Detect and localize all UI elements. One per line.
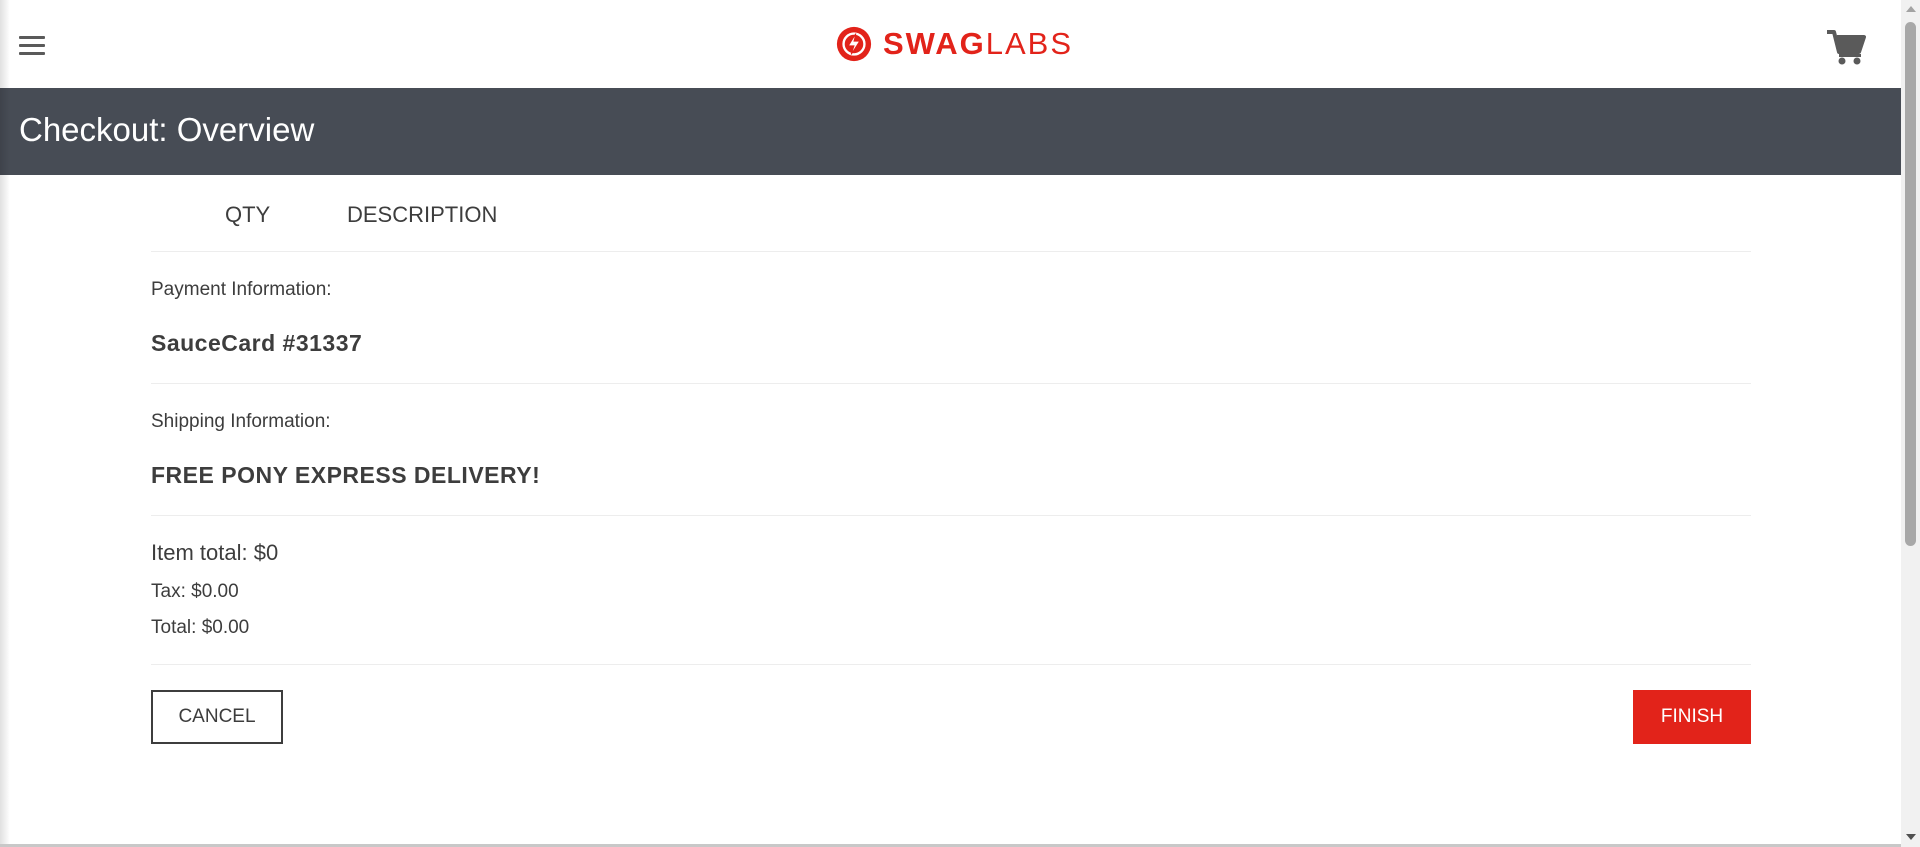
- finish-button[interactable]: FINISH: [1633, 690, 1751, 744]
- cart-list-header: QTY DESCRIPTION: [151, 175, 1751, 252]
- browser-viewport: SWAGLABS Checkout: Overview QTY DESCRIPT…: [0, 0, 1920, 847]
- logo-brand-light: LABS: [985, 26, 1074, 61]
- left-edge-shadow: [0, 0, 10, 847]
- qty-column-header: QTY: [225, 202, 271, 227]
- hamburger-menu-icon-bar: [19, 52, 45, 55]
- app-container: SWAGLABS Checkout: Overview QTY DESCRIPT…: [0, 0, 1901, 847]
- description-column-header: DESCRIPTION: [347, 202, 498, 227]
- payment-info-value: SauceCard #31337: [151, 330, 363, 356]
- tax-label: Tax: $0.00: [151, 581, 239, 602]
- vertical-scrollbar[interactable]: [1901, 0, 1920, 847]
- logo-brand-strong: SWAG: [883, 26, 986, 61]
- secondary-header: Checkout: Overview: [0, 88, 1901, 175]
- cancel-button[interactable]: CANCEL: [151, 690, 283, 744]
- menu-button[interactable]: [19, 36, 45, 58]
- lightning-bolt-circle-icon: [836, 26, 872, 62]
- shipping-info-value: FREE PONY EXPRESS DELIVERY!: [151, 462, 541, 488]
- scrollbar-thumb[interactable]: [1905, 22, 1916, 546]
- section-divider: [151, 383, 1751, 384]
- hamburger-menu-icon-bar: [19, 44, 45, 47]
- checkout-summary-container: QTY DESCRIPTION: [151, 175, 1751, 252]
- hamburger-menu-icon: [19, 36, 45, 39]
- app-logo: SWAGLABS: [835, 24, 1073, 64]
- app-logo-text: SWAGLABS: [883, 24, 1073, 64]
- shipping-info-label: Shipping Information:: [151, 411, 331, 432]
- total-label: Total: $0.00: [151, 617, 250, 638]
- item-total-label: Item total: $0: [151, 540, 279, 565]
- scroll-down-arrow-icon[interactable]: [1906, 834, 1916, 840]
- payment-info-label: Payment Information:: [151, 279, 332, 300]
- scroll-up-arrow-icon[interactable]: [1906, 6, 1916, 12]
- shopping-cart-icon: [1827, 30, 1866, 65]
- section-divider: [151, 664, 1751, 665]
- shopping-cart-button[interactable]: [1826, 28, 1866, 66]
- primary-header: SWAGLABS: [0, 0, 1901, 88]
- page-title: Checkout: Overview: [19, 111, 315, 148]
- section-divider: [151, 515, 1751, 516]
